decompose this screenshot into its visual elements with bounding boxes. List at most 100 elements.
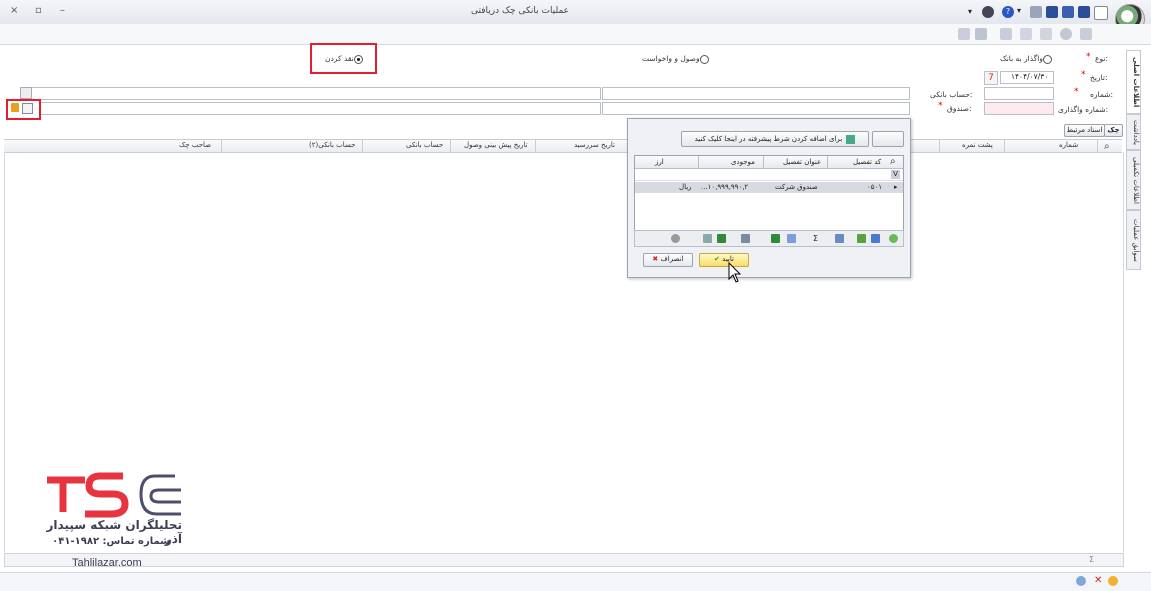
cash-box-name-field (40, 102, 601, 115)
resize-icon[interactable] (787, 234, 796, 243)
assign-number-field[interactable] (984, 102, 1054, 115)
new-document-icon[interactable] (1094, 6, 1108, 20)
col-currency[interactable]: ارز (655, 158, 664, 166)
edit-icon[interactable] (1000, 28, 1012, 40)
minimize-window-button[interactable]: – (60, 5, 65, 16)
row-pointer-icon: ▸ (894, 183, 898, 191)
lookup-toolbar: Σ (634, 230, 904, 247)
lookup-filter-row[interactable]: V (635, 169, 903, 181)
prev-icon[interactable] (1020, 28, 1032, 40)
col-bank-account-2[interactable]: حساب بانکی(۲) (309, 141, 355, 149)
radio-collect-circle[interactable] (699, 54, 709, 64)
refresh-icon[interactable] (889, 234, 898, 243)
radio-bank-deposit-label: واگذار به بانک (1000, 54, 1043, 63)
arrow-down-icon[interactable] (958, 28, 970, 40)
lookup-icon[interactable] (11, 103, 19, 112)
save-icon[interactable] (1046, 6, 1058, 18)
bank-account-dropdown-icon[interactable] (20, 87, 32, 99)
tab-notes[interactable]: یادداشت (1126, 114, 1141, 150)
export-icon[interactable] (703, 234, 712, 243)
col-code[interactable]: کد تفصیل (853, 158, 881, 166)
filter-check-icon (846, 134, 856, 144)
save-close-icon[interactable] (1078, 6, 1090, 18)
radio-bank-deposit[interactable]: واگذار به بانک (1000, 54, 1052, 64)
tab-history[interactable]: سوابق عملیات (1126, 210, 1141, 270)
date-field[interactable]: ۱۴۰۴/۰۷/۳۰ (1000, 71, 1054, 84)
calendar-icon[interactable]: 7 (984, 71, 998, 85)
dropdown-button[interactable] (22, 103, 33, 114)
grid-search-icon[interactable]: ⌕ (1104, 141, 1118, 152)
tab-related-docs[interactable]: اسناد مرتبط (1064, 124, 1105, 137)
radio-bank-deposit-circle[interactable] (1042, 54, 1052, 64)
dropdown-arrow-icon[interactable]: ▾ (1017, 6, 1029, 18)
tab-extra-info[interactable]: اطلاعات تکمیلی (1126, 150, 1141, 210)
side-tabs: اطلاعات اصلی یادداشت اطلاعات تکمیلی سواب… (1126, 50, 1141, 270)
radio-cash-circle[interactable] (353, 54, 363, 64)
col-number[interactable]: شماره (1059, 141, 1078, 149)
tools-icon[interactable] (1080, 28, 1092, 40)
help-circle-icon[interactable] (982, 6, 994, 18)
table-search-icon[interactable]: ⌕ (890, 156, 896, 167)
col-bank-account[interactable]: حساب بانکی (406, 141, 443, 149)
advanced-filter-button[interactable]: برای اضافه کردن شرط پیشرفته در اینجا کلی… (681, 131, 869, 147)
close-icon: ✖ (652, 255, 659, 263)
excel-icon[interactable] (717, 234, 726, 243)
number-field[interactable] (984, 87, 1054, 100)
brand-website: Tahlilazar.com (72, 557, 142, 569)
col-due-date[interactable]: تاریخ سررسید (574, 141, 615, 149)
next-icon[interactable] (1040, 28, 1052, 40)
settings-icon[interactable] (1060, 28, 1072, 40)
required-mark: * (938, 101, 943, 111)
filter-green-icon[interactable] (857, 234, 866, 243)
col-check-owner[interactable]: صاحب چک (179, 141, 211, 149)
brand-watermark: تحلیلگران شبکه سپیدار آذر شماره تماس: ۱۹… (30, 470, 190, 575)
cash-box-label: صندوق: (947, 104, 972, 113)
col-title[interactable]: عنوان تفصیل (783, 158, 821, 166)
sum-icon[interactable]: Σ (813, 234, 822, 243)
cash-box-field[interactable] (602, 102, 910, 115)
save-as-icon[interactable] (1062, 6, 1074, 18)
cancel-label: انصراف (660, 255, 684, 263)
radio-cash[interactable]: نقد کردن (325, 54, 363, 64)
menu-dropdown-icon[interactable]: ▾ (968, 7, 976, 16)
sum-icon[interactable]: Σ (1089, 555, 1094, 564)
tab-check[interactable]: چک (1104, 124, 1123, 137)
col-back-number[interactable]: پشت نمره (962, 141, 993, 149)
row-balance: ...۱۰,۹۹۹,۹۹۰,۲ (701, 183, 749, 191)
print-icon[interactable] (741, 234, 750, 243)
col-balance[interactable]: موجودی (731, 158, 755, 166)
close-window-button[interactable]: × (10, 5, 18, 16)
status-indicator-icon (1108, 576, 1118, 586)
refresh-icon[interactable] (975, 28, 987, 40)
radio-collect[interactable]: وصول و واخواست (642, 54, 709, 64)
required-mark: * (1081, 70, 1086, 80)
row-currency: ریال (679, 183, 692, 191)
delete-icon[interactable]: ✕ (1094, 576, 1104, 586)
maximize-window-button[interactable]: ▫ (35, 5, 42, 16)
filter-icon[interactable] (871, 234, 880, 243)
col-expected-date[interactable]: تاریخ پیش بینی وصول (464, 141, 528, 149)
row-title: صندوق شرکت (775, 183, 818, 191)
lookup-table-header: ⌕ کد تفصیل عنوان تفصیل موجودی ارز (635, 156, 903, 169)
bank-account-name-field (20, 87, 601, 100)
date-label: تاریخ: (1090, 73, 1108, 82)
columns-icon[interactable] (835, 234, 844, 243)
lookup-row[interactable]: ▸ ۰۵۰۱ صندوق شرکت ...۱۰,۹۹۹,۹۹۰,۲ ریال (635, 182, 903, 193)
question-icon[interactable]: ? (1002, 6, 1014, 18)
popup-blank-button[interactable] (872, 131, 904, 147)
layout-icon[interactable] (671, 234, 680, 243)
column-icon[interactable] (771, 234, 780, 243)
assign-number-label: شماره واگذاری: (1058, 105, 1109, 114)
filter-row-icon[interactable]: V (891, 170, 900, 179)
expand-icon[interactable] (1030, 6, 1042, 18)
radio-collect-label: وصول و واخواست (642, 54, 700, 63)
date-value: ۱۴۰۴/۰۷/۳۰ (1011, 72, 1049, 81)
tab-main-info[interactable]: اطلاعات اصلی (1126, 50, 1141, 114)
cancel-button[interactable]: ✖ انصراف (643, 253, 693, 267)
bank-account-label: حساب بانکی: (930, 90, 973, 99)
bank-account-field[interactable] (602, 87, 910, 100)
row-code: ۰۵۰۱ (867, 183, 883, 191)
lookup-table: ⌕ کد تفصیل عنوان تفصیل موجودی ارز V ▸ ۰۵… (634, 155, 904, 231)
zoom-icon[interactable] (1076, 576, 1086, 586)
required-mark: * (1086, 52, 1091, 62)
